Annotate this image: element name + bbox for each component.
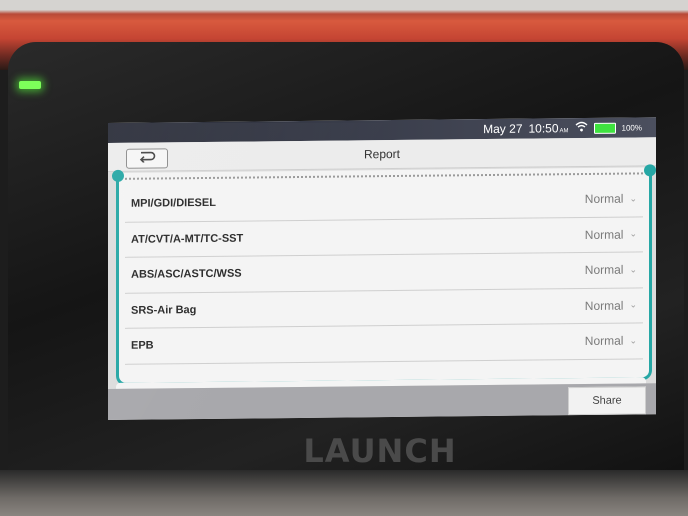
battery-icon	[593, 122, 616, 134]
status-ampm: AM	[559, 128, 569, 135]
wifi-icon	[575, 121, 588, 135]
report-row[interactable]: SRS-Air Bag Normal ⌄	[125, 287, 643, 329]
page-title: Report	[363, 146, 401, 162]
system-label: AT/CVT/A-MT/TC-SST	[131, 232, 244, 246]
system-label: MPI/GDI/DIESEL	[131, 197, 216, 211]
device-screen: May 27 10:50AM 100% Report MPI/GDI/DIESE…	[108, 117, 656, 421]
status-time: 10:50AM	[528, 121, 569, 136]
report-row[interactable]: AT/CVT/A-MT/TC-SST Normal ⌄	[125, 216, 643, 258]
chevron-down-icon: ⌄	[629, 299, 637, 310]
status-dropdown[interactable]: Normal ⌄	[584, 333, 637, 349]
footer-bar: Share	[108, 383, 656, 420]
status-dropdown[interactable]: Normal ⌄	[584, 262, 637, 278]
status-value: Normal	[584, 191, 624, 207]
chevron-down-icon: ⌄	[629, 264, 637, 275]
dotted-separator	[125, 172, 643, 182]
status-dropdown[interactable]: Normal ⌄	[584, 227, 637, 242]
title-bar: Report	[108, 137, 656, 172]
status-value: Normal	[584, 227, 624, 242]
corner-handle-right	[644, 164, 656, 177]
system-label: ABS/ASC/ASTC/WSS	[131, 267, 242, 282]
status-dropdown[interactable]: Normal ⌄	[584, 298, 637, 313]
report-list: MPI/GDI/DIESEL Normal ⌄ AT/CVT/A-MT/TC-S…	[125, 181, 643, 365]
report-row[interactable]: ABS/ASC/ASTC/WSS Normal ⌄	[125, 252, 643, 294]
status-value: Normal	[584, 333, 624, 349]
report-list-panel: MPI/GDI/DIESEL Normal ⌄ AT/CVT/A-MT/TC-S…	[112, 164, 656, 386]
status-value: Normal	[584, 262, 624, 278]
battery-percent: 100%	[621, 122, 642, 133]
system-label: EPB	[131, 339, 154, 353]
device-bottom-shell	[0, 470, 688, 516]
status-date: May 27	[483, 121, 523, 137]
share-button[interactable]: Share	[568, 386, 646, 416]
report-row[interactable]: MPI/GDI/DIESEL Normal ⌄	[125, 181, 643, 223]
chevron-down-icon: ⌄	[629, 193, 637, 204]
chevron-down-icon: ⌄	[629, 228, 637, 239]
chevron-down-icon: ⌄	[629, 335, 637, 346]
corner-handle-left	[112, 169, 124, 182]
status-dropdown[interactable]: Normal ⌄	[584, 191, 637, 207]
brand-logo: LAUNCH	[303, 432, 457, 470]
status-value: Normal	[584, 298, 624, 313]
report-row[interactable]: EPB Normal ⌄	[125, 323, 643, 365]
power-led	[19, 81, 41, 89]
system-label: SRS-Air Bag	[131, 303, 197, 317]
